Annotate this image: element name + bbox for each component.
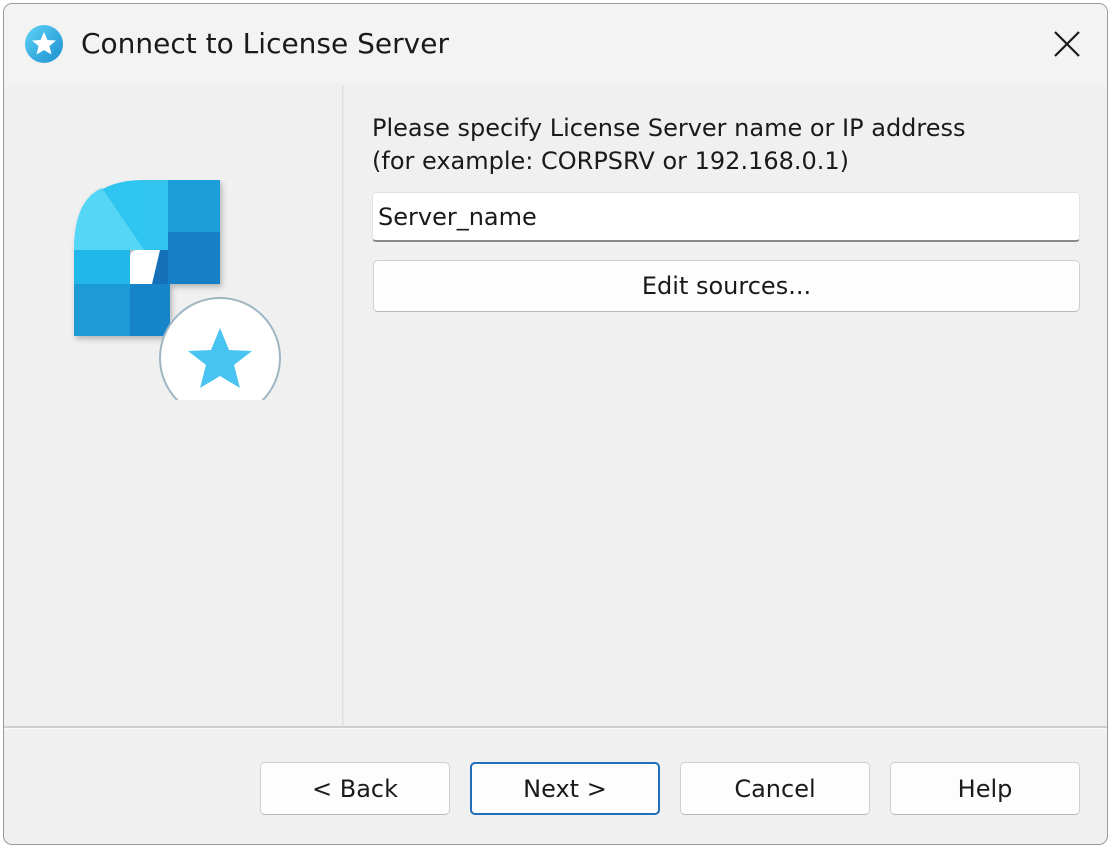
license-server-logo-icon [74,180,281,400]
edit-sources-button[interactable]: Edit sources... [373,260,1080,312]
prompt-text-line-1: Please specify License Server name or IP… [372,114,966,142]
window-title: Connect to License Server [81,27,449,60]
app-star-icon [25,25,63,63]
back-button[interactable]: < Back [260,762,450,815]
prompt-text-line-2: (for example: CORPSRV or 192.168.0.1) [372,147,850,175]
help-button[interactable]: Help [890,762,1080,815]
cancel-button[interactable]: Cancel [680,762,870,815]
horizontal-divider [4,726,1107,729]
next-button[interactable]: Next > [470,762,660,815]
server-name-input[interactable] [372,192,1080,242]
vertical-divider [342,86,345,726]
close-button[interactable] [1039,16,1095,72]
title-bar: Connect to License Server [4,4,1107,84]
close-icon [1054,31,1080,57]
dialog-window: Connect to License Server Please specify… [3,3,1108,845]
